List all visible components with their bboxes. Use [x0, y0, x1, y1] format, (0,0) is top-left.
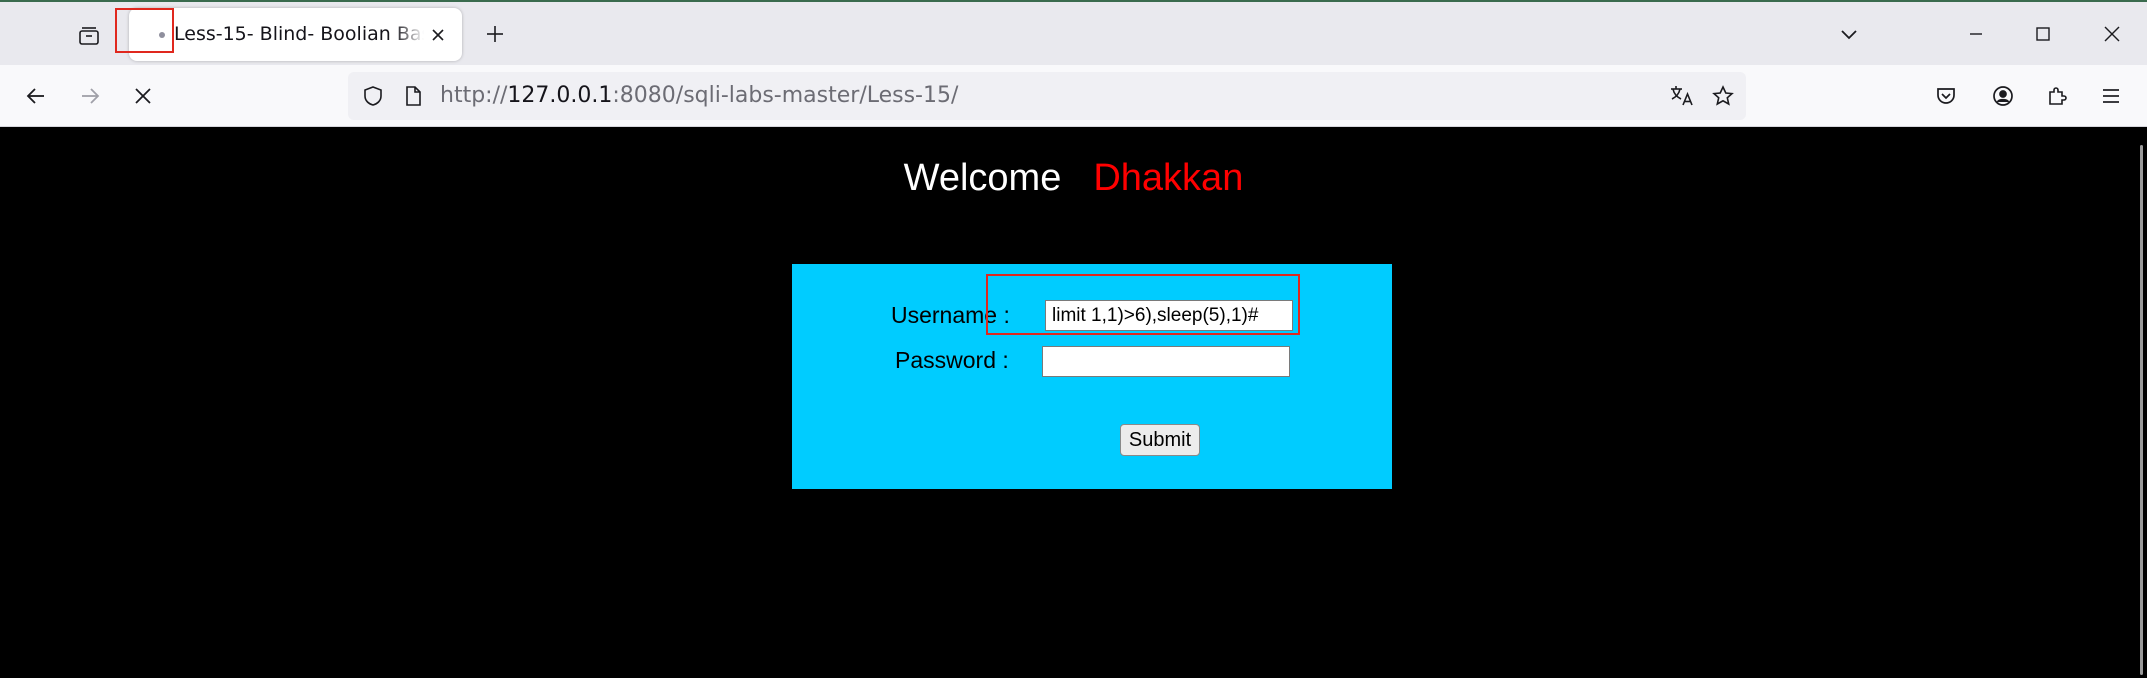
- extensions-puzzle-icon[interactable]: [2042, 81, 2072, 111]
- list-all-tabs-chevron-down-icon[interactable]: [1834, 19, 1864, 49]
- welcome-heading: Welcome Dhakkan: [0, 157, 2147, 200]
- tab-close-icon[interactable]: [425, 22, 451, 48]
- tab-groups-icon[interactable]: [74, 20, 104, 50]
- username-input[interactable]: limit 1,1)>6),sleep(5),1)#: [1045, 300, 1293, 331]
- new-tab-icon[interactable]: [480, 19, 510, 49]
- stop-loading-icon[interactable]: [128, 81, 158, 111]
- forward-arrow-icon[interactable]: [75, 81, 105, 111]
- page-info-document-icon[interactable]: [398, 81, 428, 111]
- tracking-protection-shield-icon[interactable]: [358, 81, 388, 111]
- bookmark-star-icon[interactable]: [1708, 81, 1738, 111]
- tab-title: Less-15- Blind- Boolian Based: [174, 23, 424, 45]
- username-label: Username :: [891, 302, 1010, 328]
- login-form: Username : limit 1,1)>6),sleep(5),1)# Pa…: [792, 264, 1392, 489]
- page-scrollbar[interactable]: [2140, 145, 2143, 675]
- minimize-window-icon[interactable]: [1961, 19, 1991, 49]
- url-path: :8080/sqli-labs-master/Less-15/: [612, 83, 959, 108]
- address-bar[interactable]: http://127.0.0.1:8080/sqli-labs-master/L…: [348, 72, 1746, 120]
- pocket-icon[interactable]: [1931, 81, 1961, 111]
- url-scheme: http://: [440, 83, 508, 108]
- navigation-toolbar: http://127.0.0.1:8080/sqli-labs-master/L…: [0, 65, 2147, 127]
- translate-icon[interactable]: [1666, 81, 1698, 111]
- url-text[interactable]: http://127.0.0.1:8080/sqli-labs-master/L…: [440, 72, 958, 120]
- welcome-text: Welcome: [903, 157, 1062, 199]
- submit-button[interactable]: Submit: [1120, 424, 1200, 456]
- password-label: Password :: [895, 347, 1009, 373]
- account-avatar-icon[interactable]: [1988, 81, 2018, 111]
- page-content: Welcome Dhakkan Username : limit 1,1)>6),…: [0, 127, 2147, 678]
- tab-active[interactable]: Less-15- Blind- Boolian Based: [129, 8, 462, 61]
- maximize-window-icon[interactable]: [2028, 19, 2058, 49]
- password-input[interactable]: [1042, 346, 1290, 377]
- url-host: 127.0.0.1: [507, 83, 613, 108]
- close-window-icon[interactable]: [2097, 19, 2127, 49]
- back-arrow-icon[interactable]: [21, 81, 51, 111]
- tab-loading-dot-icon: [159, 32, 165, 38]
- menu-hamburger-icon[interactable]: [2096, 81, 2126, 111]
- user-name-text: Dhakkan: [1093, 157, 1244, 199]
- tab-bar: Less-15- Blind- Boolian Based: [0, 2, 2147, 65]
